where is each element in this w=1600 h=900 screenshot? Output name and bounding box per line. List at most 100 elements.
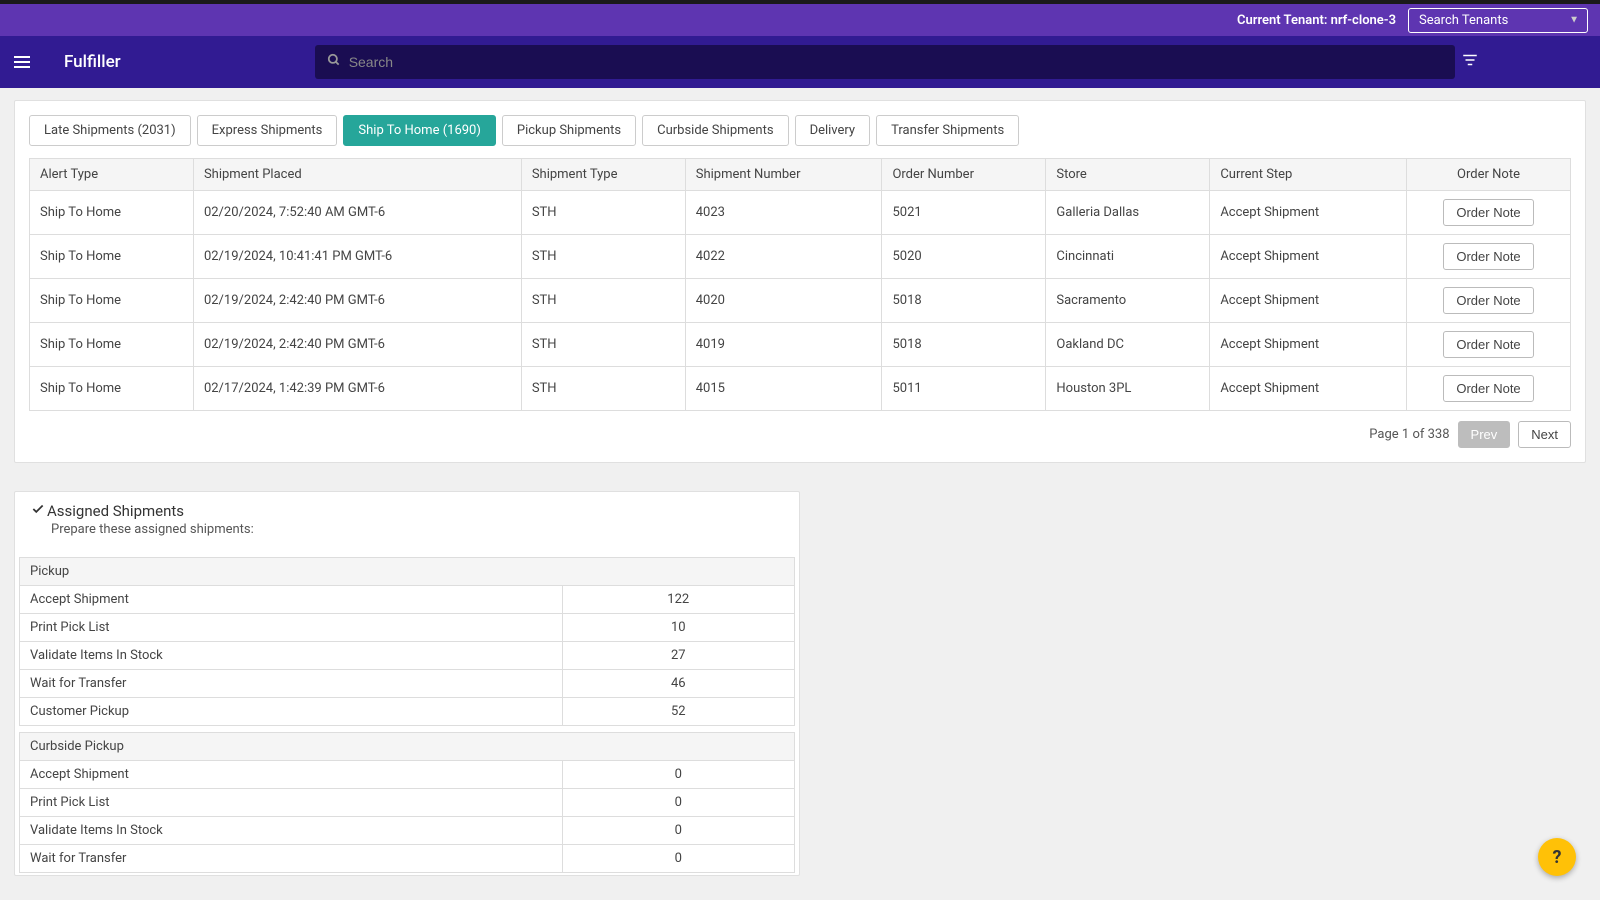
cell-num: 4022 — [685, 235, 882, 279]
cell-store: Cincinnati — [1046, 235, 1210, 279]
page-indicator: Page 1 of 338 — [1369, 427, 1449, 442]
cell-step: Accept Shipment — [1210, 235, 1407, 279]
cell-type: STH — [521, 191, 685, 235]
tab-1[interactable]: Express Shipments — [197, 115, 338, 146]
cell-num: 4023 — [685, 191, 882, 235]
step-name: Print Pick List — [20, 789, 563, 817]
step-row[interactable]: Validate Items In Stock0 — [20, 817, 795, 845]
step-name: Wait for Transfer — [20, 670, 563, 698]
tab-2[interactable]: Ship To Home (1690) — [343, 115, 495, 146]
step-name: Wait for Transfer — [20, 845, 563, 873]
cell-step: Accept Shipment — [1210, 323, 1407, 367]
cell-placed: 02/19/2024, 10:41:41 PM GMT-6 — [193, 235, 521, 279]
assigned-shipments-title[interactable]: Assigned Shipments — [31, 502, 783, 520]
step-count: 52 — [562, 698, 795, 726]
search-box[interactable] — [315, 45, 1455, 79]
filter-icon[interactable] — [1455, 51, 1485, 73]
tenant-select-placeholder: Search Tenants — [1419, 13, 1508, 28]
step-name: Accept Shipment — [20, 761, 563, 789]
col-header: Store — [1046, 159, 1210, 191]
next-button[interactable]: Next — [1518, 421, 1571, 448]
cell-store: Houston 3PL — [1046, 367, 1210, 411]
step-row[interactable]: Print Pick List0 — [20, 789, 795, 817]
cell-store: Oakland DC — [1046, 323, 1210, 367]
tab-4[interactable]: Curbside Shipments — [642, 115, 788, 146]
step-row[interactable]: Validate Items In Stock27 — [20, 642, 795, 670]
step-count: 0 — [562, 817, 795, 845]
order-note-button[interactable]: Order Note — [1443, 287, 1533, 314]
cell-num: 4020 — [685, 279, 882, 323]
shipments-table: Alert TypeShipment PlacedShipment TypeSh… — [29, 158, 1571, 411]
col-header: Order Number — [882, 159, 1046, 191]
cell-alertType: Ship To Home — [30, 191, 194, 235]
section-header: Pickup — [20, 558, 795, 586]
step-name: Accept Shipment — [20, 586, 563, 614]
table-row[interactable]: Ship To Home02/19/2024, 2:42:40 PM GMT-6… — [30, 323, 1571, 367]
tab-3[interactable]: Pickup Shipments — [502, 115, 636, 146]
table-row[interactable]: Ship To Home02/19/2024, 2:42:40 PM GMT-6… — [30, 279, 1571, 323]
help-button[interactable]: ? — [1538, 838, 1576, 876]
cell-placed: 02/17/2024, 1:42:39 PM GMT-6 — [193, 367, 521, 411]
cell-type: STH — [521, 279, 685, 323]
search-icon — [327, 53, 341, 71]
step-row[interactable]: Wait for Transfer0 — [20, 845, 795, 873]
order-note-button[interactable]: Order Note — [1443, 199, 1533, 226]
step-row[interactable]: Accept Shipment0 — [20, 761, 795, 789]
step-count: 122 — [562, 586, 795, 614]
prev-button[interactable]: Prev — [1458, 421, 1511, 448]
assigned-section-table: Curbside PickupAccept Shipment0Print Pic… — [19, 732, 795, 873]
step-row[interactable]: Accept Shipment122 — [20, 586, 795, 614]
table-row[interactable]: Ship To Home02/20/2024, 7:52:40 AM GMT-6… — [30, 191, 1571, 235]
cell-order: 5011 — [882, 367, 1046, 411]
assigned-shipments-panel: Assigned Shipments Prepare these assigne… — [14, 491, 800, 876]
cell-order: 5021 — [882, 191, 1046, 235]
tab-0[interactable]: Late Shipments (2031) — [29, 115, 191, 146]
cell-type: STH — [521, 235, 685, 279]
cell-placed: 02/19/2024, 2:42:40 PM GMT-6 — [193, 323, 521, 367]
cell-alertType: Ship To Home — [30, 235, 194, 279]
step-count: 46 — [562, 670, 795, 698]
cell-order: 5018 — [882, 279, 1046, 323]
step-count: 0 — [562, 761, 795, 789]
order-note-button[interactable]: Order Note — [1443, 243, 1533, 270]
order-note-button[interactable]: Order Note — [1443, 375, 1533, 402]
cell-num: 4019 — [685, 323, 882, 367]
cell-type: STH — [521, 367, 685, 411]
cell-placed: 02/19/2024, 2:42:40 PM GMT-6 — [193, 279, 521, 323]
cell-step: Accept Shipment — [1210, 191, 1407, 235]
assigned-section-table: PickupAccept Shipment122Print Pick List1… — [19, 557, 795, 726]
col-header: Order Note — [1407, 159, 1571, 191]
cell-step: Accept Shipment — [1210, 367, 1407, 411]
step-row[interactable]: Print Pick List10 — [20, 614, 795, 642]
tenant-bar: Current Tenant: nrf-clone-3 Search Tenan… — [0, 4, 1600, 36]
cell-order: 5020 — [882, 235, 1046, 279]
tab-5[interactable]: Delivery — [795, 115, 871, 146]
cell-alertType: Ship To Home — [30, 323, 194, 367]
step-count: 0 — [562, 789, 795, 817]
menu-icon[interactable] — [14, 56, 30, 68]
search-input[interactable] — [349, 54, 1443, 70]
cell-order: 5018 — [882, 323, 1046, 367]
step-row[interactable]: Customer Pickup52 — [20, 698, 795, 726]
cell-alertType: Ship To Home — [30, 367, 194, 411]
col-header: Shipment Type — [521, 159, 685, 191]
col-header: Shipment Number — [685, 159, 882, 191]
tab-6[interactable]: Transfer Shipments — [876, 115, 1019, 146]
app-header: Fulfiller — [0, 36, 1600, 88]
step-name: Print Pick List — [20, 614, 563, 642]
cell-placed: 02/20/2024, 7:52:40 AM GMT-6 — [193, 191, 521, 235]
col-header: Current Step — [1210, 159, 1407, 191]
chevron-down-icon: ▼ — [1569, 15, 1579, 26]
step-name: Customer Pickup — [20, 698, 563, 726]
step-name: Validate Items In Stock — [20, 642, 563, 670]
order-note-button[interactable]: Order Note — [1443, 331, 1533, 358]
tenant-select[interactable]: Search Tenants ▼ — [1408, 8, 1588, 33]
current-tenant-label: Current Tenant: nrf-clone-3 — [1237, 13, 1396, 28]
step-row[interactable]: Wait for Transfer46 — [20, 670, 795, 698]
section-header: Curbside Pickup — [20, 733, 795, 761]
table-row[interactable]: Ship To Home02/17/2024, 1:42:39 PM GMT-6… — [30, 367, 1571, 411]
table-row[interactable]: Ship To Home02/19/2024, 10:41:41 PM GMT-… — [30, 235, 1571, 279]
col-header: Shipment Placed — [193, 159, 521, 191]
step-count: 0 — [562, 845, 795, 873]
cell-alertType: Ship To Home — [30, 279, 194, 323]
